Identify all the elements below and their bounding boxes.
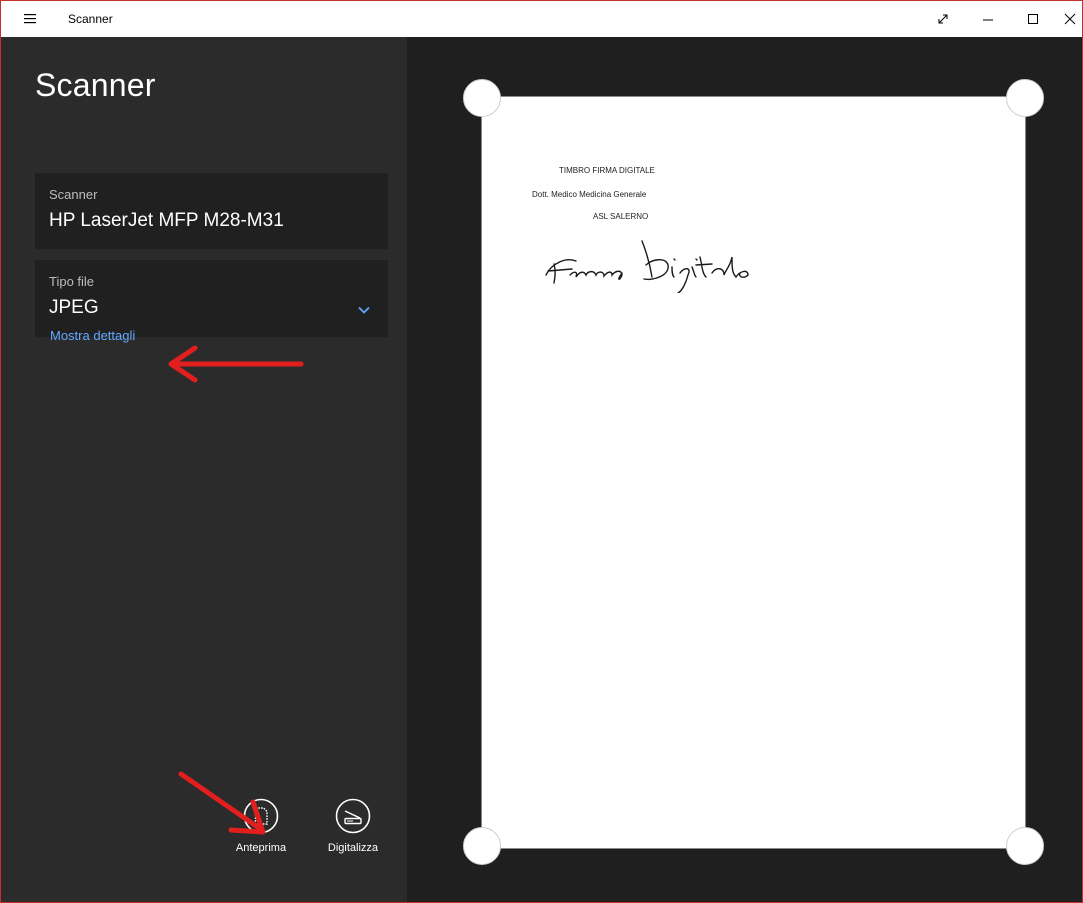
scanned-page: TIMBRO FIRMA DIGITALE Dott. Medico Medic… [481, 96, 1026, 849]
chevron-down-icon [358, 306, 370, 314]
minimize-icon[interactable] [976, 7, 1000, 31]
file-type-dropdown[interactable]: Tipo file JPEG [35, 260, 388, 337]
crop-handle-top-left[interactable] [463, 79, 501, 117]
annotation-arrow [168, 345, 304, 383]
crop-handle-bottom-right[interactable] [1006, 827, 1044, 865]
title-bar: Scanner [1, 1, 1082, 37]
scanner-selector[interactable]: Scanner HP LaserJet MFP M28-M31 [35, 173, 388, 249]
scan-button[interactable]: Digitalizza [321, 798, 385, 870]
show-details-link[interactable]: Mostra dettagli [50, 328, 135, 343]
scanner-field-label: Scanner [49, 187, 98, 202]
preview-button-label: Anteprima [235, 842, 287, 854]
document-line: TIMBRO FIRMA DIGITALE [559, 166, 655, 175]
document-line: Dott. Medico Medicina Generale [532, 190, 647, 199]
crop-handle-top-right[interactable] [1006, 79, 1044, 117]
preview-area: TIMBRO FIRMA DIGITALE Dott. Medico Medic… [407, 37, 1082, 902]
app-title: Scanner [68, 12, 113, 26]
app-window: Scanner Scanner Scanner HP LaserJet MFP … [0, 0, 1083, 903]
close-icon[interactable] [1059, 7, 1083, 31]
file-type-value: JPEG [49, 297, 99, 318]
scanner-icon [335, 798, 371, 834]
annotation-arrow [178, 771, 266, 835]
file-type-label: Tipo file [49, 274, 95, 289]
crop-handle-bottom-left[interactable] [463, 827, 501, 865]
hamburger-menu-icon[interactable] [23, 11, 39, 27]
scanner-field-value: HP LaserJet MFP M28-M31 [49, 210, 284, 231]
signature-image [545, 240, 749, 293]
scan-button-label: Digitalizza [327, 842, 379, 854]
maximize-icon[interactable] [1021, 7, 1045, 31]
page-title: Scanner [35, 67, 156, 103]
document-line: ASL SALERNO [593, 212, 649, 221]
expand-icon[interactable] [931, 7, 955, 31]
